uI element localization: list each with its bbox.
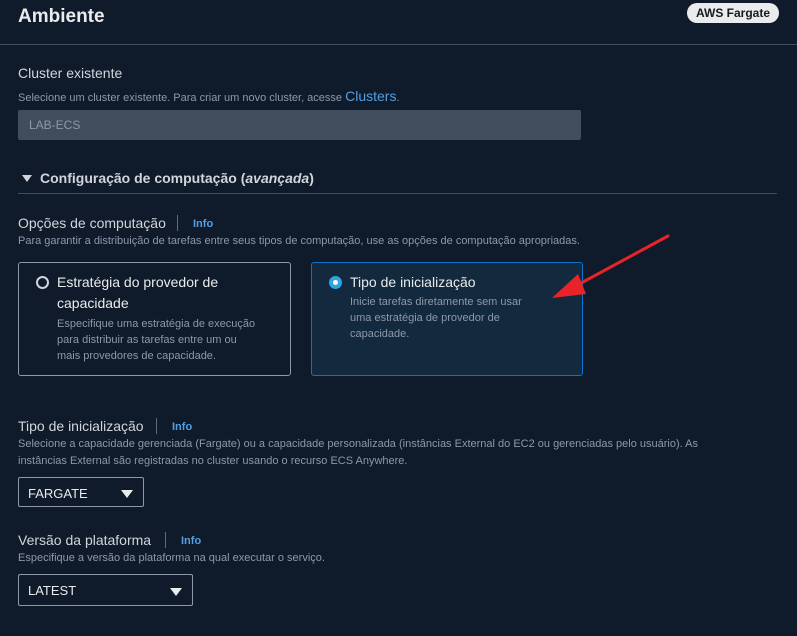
- environment-panel: Ambiente AWS Fargate Cluster existente S…: [0, 0, 797, 636]
- annotation-arrow-icon: [552, 234, 670, 298]
